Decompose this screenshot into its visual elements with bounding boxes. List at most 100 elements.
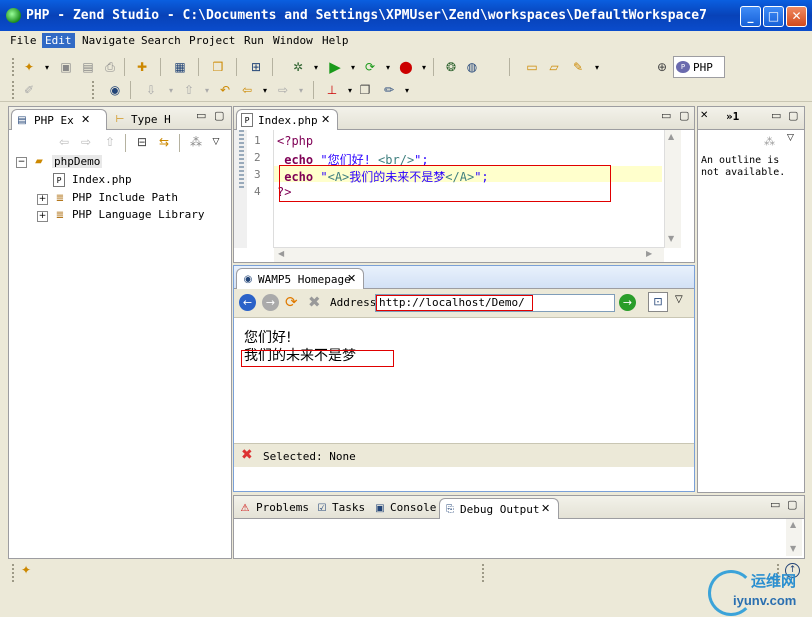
open-project-icon[interactable]: ▱ [545,58,563,76]
forward-icon[interactable]: → [262,294,279,311]
tree-collapse-toggle[interactable]: − [16,157,27,168]
tab-index-php[interactable]: P Index.php ✕ [236,109,338,130]
forward-nav-icon[interactable]: ⇨ [77,133,95,151]
collapse-all-icon[interactable]: ⊟ [133,133,151,151]
back-icon[interactable]: ← [239,294,256,311]
tab-php-explorer[interactable]: ▤ PHP Ex ✕ [11,109,107,130]
debug-icon[interactable]: ✲ [289,58,307,76]
tree-item-include-path[interactable]: PHP Include Path [72,191,178,204]
open-perspective-icon[interactable]: ⊕ [653,58,671,76]
debug-dropdown-icon[interactable]: ▾ [307,58,325,76]
globe-icon[interactable]: ◉ [106,81,124,99]
minimize-button[interactable]: _ [740,6,761,27]
tree-expand-toggle[interactable]: + [37,194,48,205]
view-menu-icon[interactable]: ⁂ [187,133,205,151]
fast-view-icon[interactable]: ✦ [21,563,31,577]
tab-problems[interactable]: ⚠ Problems [236,499,310,517]
prev-annotation-icon[interactable]: ⇧ [180,81,198,99]
save-icon[interactable]: ▣ [57,58,75,76]
search-tool-icon[interactable]: ⊞ [247,58,265,76]
pencil-icon[interactable]: ✐ [20,81,38,99]
menu-file[interactable]: File [7,33,40,48]
wand-dropdown-icon[interactable]: ▾ [588,58,606,76]
close-tab-icon[interactable]: ✕ [541,502,550,515]
back-dropdown-icon[interactable]: ▾ [256,81,274,99]
forward-dropdown-icon[interactable]: ▾ [292,81,310,99]
tree-project-phpdemo[interactable]: phpDemo [52,155,103,168]
editor-vertical-scrollbar[interactable]: ▲ ▼ [664,130,681,248]
menu-project[interactable]: Project [186,33,238,48]
tree-item-language-library[interactable]: PHP Language Library [72,208,204,221]
scroll-left-icon[interactable]: ◀ [278,249,284,258]
menu-navigate[interactable]: Navigate [79,33,138,48]
scroll-up-icon[interactable]: ▲ [668,132,674,141]
tab-wamp5-homepage[interactable]: ◉ WAMP5 Homepage ✕ [236,268,364,289]
forward-icon[interactable]: ⇨ [274,81,292,99]
up-nav-icon[interactable]: ⇧ [101,133,119,151]
browser-options-icon[interactable]: ⊡ [648,292,668,312]
maximize-view-icon[interactable]: ▢ [679,109,689,122]
back-icon[interactable]: ⇦ [238,81,256,99]
close-tab-icon[interactable]: ✕ [347,272,356,285]
minimize-view-icon[interactable]: ▭ [661,109,671,122]
profile-dropdown-icon[interactable]: ▾ [415,58,433,76]
run-external-icon[interactable]: ⟳ [361,58,379,76]
minimize-view-icon[interactable]: ▭ [771,109,781,122]
refresh-icon[interactable]: ⟳ [285,293,298,311]
browser-debug-icon[interactable]: ◍ [463,58,481,76]
maximize-view-icon[interactable]: ▢ [788,109,798,122]
scroll-up-icon[interactable]: ▲ [790,520,796,529]
maximize-view-icon[interactable]: ▢ [214,109,224,122]
run-external-dropdown-icon[interactable]: ▾ [379,58,397,76]
maximize-view-icon[interactable]: ▢ [787,498,797,511]
code-line[interactable]: <?php [277,134,313,148]
wand-icon[interactable]: ✎ [569,58,587,76]
new-php-file-icon[interactable]: ✚ [133,58,151,76]
bottom-vertical-scrollbar[interactable]: ▲ ▼ [786,519,802,556]
open-folder-icon[interactable]: ▭ [523,58,541,76]
minimize-view-icon[interactable]: ▭ [770,498,780,511]
open-resource-icon[interactable]: ❒ [209,58,227,76]
edit-icon[interactable]: ✏ [380,81,398,99]
more-views-tab[interactable]: »1 [726,110,739,123]
tab-debug-output[interactable]: ⎘ Debug Output ✕ [439,498,559,519]
stop-icon[interactable]: ✖ [308,293,321,311]
new-icon[interactable]: ✦ [20,58,38,76]
save-all-icon[interactable]: ▤ [79,58,97,76]
back-nav-icon[interactable]: ⇦ [55,133,73,151]
close-button[interactable]: ✕ [786,6,807,27]
prev-annotation-dropdown-icon[interactable]: ▾ [198,81,216,99]
print-icon[interactable]: ⎙ [101,58,119,76]
menu-help[interactable]: Help [319,33,352,48]
open-type-icon[interactable]: ▦ [171,58,189,76]
remote-debug-icon[interactable]: ❂ [442,58,460,76]
tree-item-index-php[interactable]: Index.php [72,173,132,186]
tab-tasks[interactable]: ☑ Tasks [313,499,369,517]
copy-icon[interactable]: ❐ [356,81,374,99]
maximize-button[interactable]: □ [763,6,784,27]
profile-icon[interactable]: ⬤ [397,58,415,76]
outline-menu-icon[interactable]: ▽ [787,133,794,143]
link-editor-icon[interactable]: ⇆ [155,133,173,151]
view-menu-dropdown-icon[interactable]: ▽ [207,133,225,151]
editor-horizontal-scrollbar[interactable]: ◀ ▶ [274,247,664,262]
go-icon[interactable]: → [619,294,636,311]
next-annotation-dropdown-icon[interactable]: ▾ [162,81,180,99]
close-tab-icon[interactable]: ✕ [81,113,90,126]
tree-expand-toggle[interactable]: + [37,211,48,222]
edit-dropdown-icon[interactable]: ▾ [398,81,416,99]
outline-view-icon[interactable]: ⁂ [764,135,775,148]
menu-run[interactable]: Run [241,33,267,48]
scroll-right-icon[interactable]: ▶ [646,249,652,258]
tab-console[interactable]: ▣ Console [371,499,439,517]
scroll-down-icon[interactable]: ▼ [668,234,674,243]
scroll-down-icon[interactable]: ▼ [790,544,796,553]
close-tab-icon[interactable]: ✕ [700,110,708,121]
php-perspective-button[interactable]: P PHP [673,56,725,78]
minimize-view-icon[interactable]: ▭ [196,109,206,122]
run-icon[interactable]: ▶ [326,58,344,76]
run-dropdown-icon[interactable]: ▾ [344,58,362,76]
tab-type-hierarchy[interactable]: ⊢ Type H [109,110,181,128]
menu-search[interactable]: Search [138,33,184,48]
menu-window[interactable]: Window [270,33,316,48]
